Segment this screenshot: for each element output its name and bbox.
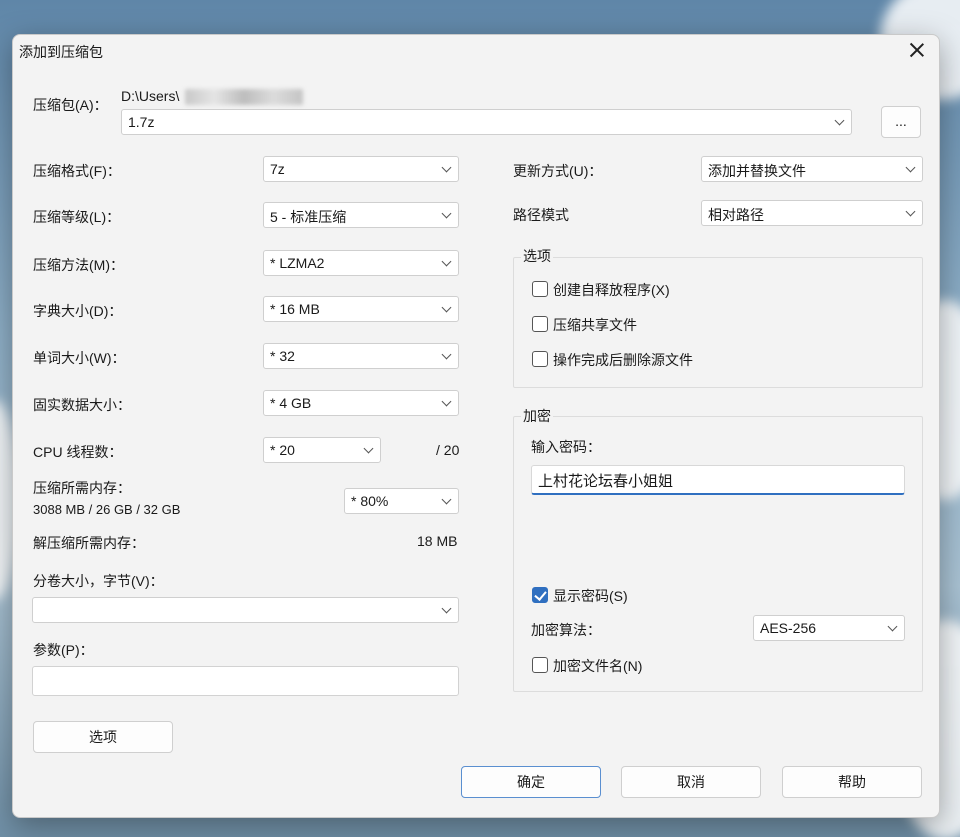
solid-label: 固实数据大小： (33, 397, 131, 413)
volume-size-combobox[interactable] (32, 597, 459, 623)
update-mode-value: 添加并替换文件 (708, 163, 806, 179)
close-icon[interactable] (907, 40, 927, 60)
archive-name-value: 1.7z (128, 114, 155, 130)
dict-select[interactable]: * 16 MB (263, 296, 459, 322)
chevron-down-icon (441, 494, 452, 505)
chevron-down-icon (887, 621, 898, 632)
method-select[interactable]: * LZMA2 (263, 250, 459, 276)
chevron-down-icon (905, 206, 916, 217)
mem-decompress-value: 18 MB (417, 533, 458, 549)
chevron-down-icon (441, 349, 452, 360)
password-label: 输入密码： (531, 439, 601, 455)
update-mode-label: 更新方式(U)： (513, 163, 603, 179)
browse-button[interactable]: ... (881, 106, 921, 138)
level-value: 5 - 标准压缩 (270, 209, 347, 225)
chevron-down-icon (441, 603, 452, 614)
path-mode-select[interactable]: 相对路径 (701, 200, 923, 226)
method-label: 压缩方法(M)： (33, 257, 124, 273)
archive-path-prefix: D:\Users\ (121, 88, 180, 104)
encrypt-names-checkbox[interactable] (532, 657, 548, 673)
threads-value: * 20 (270, 442, 295, 458)
word-value: * 32 (270, 348, 295, 364)
mem-usage-select[interactable]: * 80% (344, 488, 459, 514)
options-button[interactable]: 选项 (33, 721, 173, 753)
encryption-group (513, 416, 923, 692)
sfx-checkbox[interactable] (532, 281, 548, 297)
params-label: 参数(P)： (33, 642, 94, 658)
archive-name-combobox[interactable]: 1.7z (121, 109, 852, 135)
threads-select[interactable]: * 20 (263, 437, 381, 463)
word-select[interactable]: * 32 (263, 343, 459, 369)
chevron-down-icon (441, 396, 452, 407)
chevron-down-icon (363, 443, 374, 454)
encryption-method-label: 加密算法： (531, 622, 601, 638)
volume-label: 分卷大小，字节(V)： (33, 573, 164, 589)
encrypt-names-label: 加密文件名(N) (553, 658, 643, 674)
threads-label: CPU 线程数： (33, 444, 123, 460)
mem-compress-detail: 3088 MB / 26 GB / 32 GB (33, 502, 181, 517)
mem-usage-value: * 80% (351, 493, 389, 509)
format-select[interactable]: 7z (263, 156, 459, 182)
dict-label: 字典大小(D)： (33, 303, 123, 319)
cancel-button[interactable]: 取消 (621, 766, 761, 798)
chevron-down-icon (441, 256, 452, 267)
params-input[interactable] (32, 666, 459, 696)
sfx-label: 创建自释放程序(X) (553, 282, 670, 298)
format-value: 7z (270, 161, 285, 177)
show-password-checkbox[interactable] (532, 587, 548, 603)
shared-files-checkbox[interactable] (532, 316, 548, 332)
threads-max: / 20 (436, 442, 460, 458)
chevron-down-icon (441, 302, 452, 313)
word-label: 单词大小(W)： (33, 350, 126, 366)
archive-label: 压缩包(A)： (33, 97, 108, 113)
show-password-label: 显示密码(S) (553, 588, 628, 604)
title-bar: 添加到压缩包 (13, 35, 939, 65)
password-input[interactable]: 上村花论坛春小姐姐 (531, 465, 905, 495)
chevron-down-icon (905, 162, 916, 173)
shared-files-label: 压缩共享文件 (553, 317, 637, 333)
window-title: 添加到压缩包 (19, 44, 103, 60)
dict-value: * 16 MB (270, 301, 320, 317)
chevron-down-icon (834, 115, 845, 126)
delete-source-label: 操作完成后删除源文件 (553, 352, 693, 368)
encryption-method-value: AES-256 (760, 620, 817, 636)
solid-select[interactable]: * 4 GB (263, 390, 459, 416)
options-group-title: 选项 (521, 246, 553, 266)
chevron-down-icon (441, 162, 452, 173)
mem-decompress-label: 解压缩所需内存： (33, 535, 145, 551)
add-to-archive-dialog: 添加到压缩包 压缩包(A)： D:\Users\ 1.7z ... 压缩格式(F… (12, 34, 940, 818)
help-button[interactable]: 帮助 (782, 766, 922, 798)
chevron-down-icon (441, 208, 452, 219)
redacted-username (185, 89, 303, 105)
delete-source-checkbox[interactable] (532, 351, 548, 367)
ok-button[interactable]: 确定 (461, 766, 601, 798)
level-label: 压缩等级(L)： (33, 209, 121, 225)
solid-value: * 4 GB (270, 395, 312, 411)
format-label: 压缩格式(F)： (33, 163, 121, 179)
encryption-group-title: 加密 (521, 406, 553, 426)
level-select[interactable]: 5 - 标准压缩 (263, 202, 459, 228)
encryption-method-select[interactable]: AES-256 (753, 615, 905, 641)
path-mode-value: 相对路径 (708, 207, 764, 223)
method-value: * LZMA2 (270, 255, 325, 271)
update-mode-select[interactable]: 添加并替换文件 (701, 156, 923, 182)
mem-compress-label: 压缩所需内存： (33, 480, 131, 496)
path-mode-label: 路径模式 (513, 207, 569, 223)
